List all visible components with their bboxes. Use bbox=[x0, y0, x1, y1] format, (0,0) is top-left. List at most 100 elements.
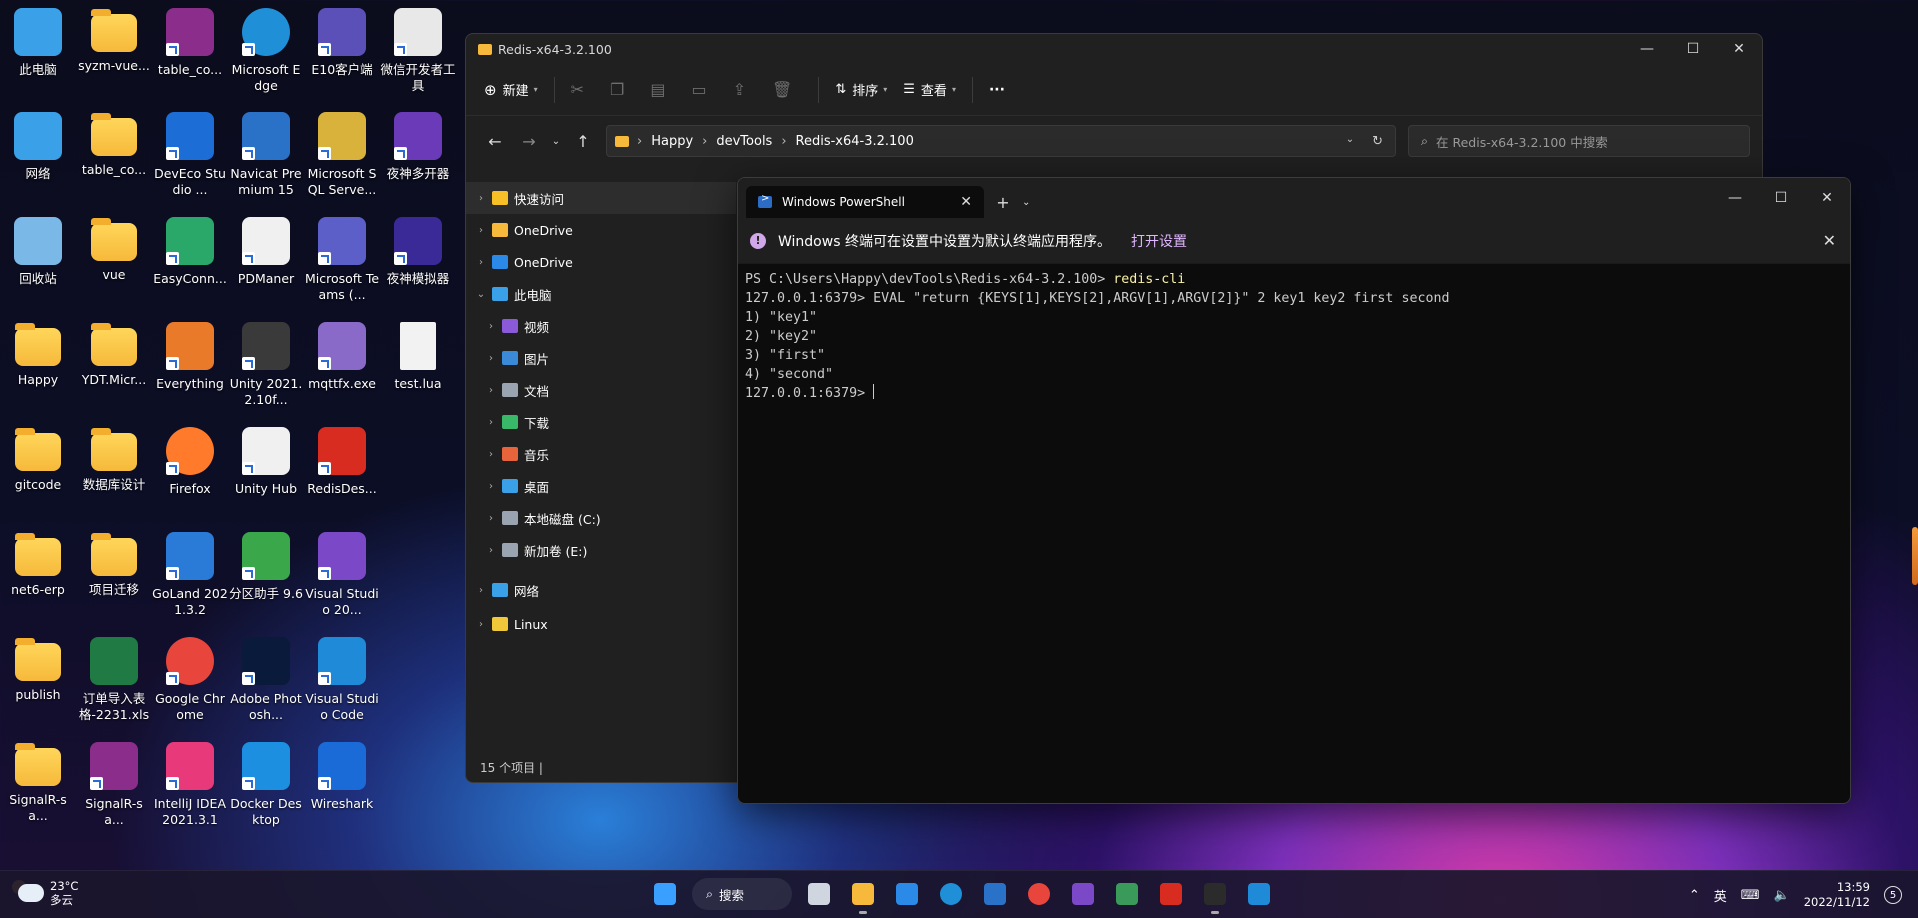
chevron-up-icon[interactable]: ⌃ bbox=[1689, 888, 1700, 903]
desktop-icon[interactable]: 数据库设计 bbox=[76, 419, 152, 523]
terminal-tabbar[interactable]: Windows PowerShell ✕ + ⌄ — ☐ ✕ bbox=[738, 178, 1850, 218]
breadcrumb-item[interactable]: Happy bbox=[651, 134, 693, 149]
copy-icon[interactable]: ❐ bbox=[610, 80, 624, 99]
rename-icon[interactable]: ▭ bbox=[691, 80, 706, 99]
notification-badge[interactable]: 5 bbox=[1884, 886, 1902, 904]
recent-chevron-icon[interactable]: ⌄ bbox=[546, 136, 566, 147]
history-dropdown-icon[interactable]: ⌄ bbox=[1346, 134, 1354, 149]
desktop-icon[interactable]: net6-erp bbox=[0, 524, 76, 628]
tab-dropdown-icon[interactable]: ⌄ bbox=[1022, 186, 1042, 218]
more-button[interactable]: ··· bbox=[989, 82, 1005, 98]
desktop-icon[interactable]: 订单导入表格-2231.xls bbox=[76, 629, 152, 733]
desktop-icon[interactable]: Visual Studio 20... bbox=[304, 524, 380, 628]
chevron-right-icon[interactable]: › bbox=[470, 193, 492, 204]
maximize-button[interactable]: ☐ bbox=[1758, 190, 1804, 206]
taskbar-task-view[interactable] bbox=[802, 877, 836, 911]
chevron-right-icon[interactable]: › bbox=[470, 257, 492, 268]
taskbar-start-button[interactable] bbox=[648, 877, 682, 911]
cut-icon[interactable]: ✂ bbox=[571, 80, 584, 99]
sidebar-item[interactable]: › 桌面 bbox=[466, 470, 736, 502]
taskbar-vscode[interactable] bbox=[1242, 877, 1276, 911]
maximize-button[interactable]: ☐ bbox=[1670, 41, 1716, 57]
desktop-icon[interactable]: Microsoft Edge bbox=[228, 0, 304, 104]
desktop-icon[interactable]: Docker Desktop bbox=[228, 734, 304, 838]
taskbar-notepad-app[interactable] bbox=[1110, 877, 1144, 911]
desktop-icon[interactable]: Unity Hub bbox=[228, 419, 304, 523]
chevron-right-icon[interactable]: › bbox=[480, 321, 502, 332]
terminal-output[interactable]: PS C:\Users\Happy\devTools\Redis-x64-3.2… bbox=[738, 264, 1850, 409]
desktop-icon[interactable]: 分区助手 9.6 bbox=[228, 524, 304, 628]
desktop-icon[interactable]: Everything bbox=[152, 314, 228, 418]
minimize-button[interactable]: — bbox=[1712, 190, 1758, 206]
chevron-right-icon[interactable]: › bbox=[480, 385, 502, 396]
taskbar-chrome[interactable] bbox=[1022, 877, 1056, 911]
chevron-right-icon[interactable]: › bbox=[480, 353, 502, 364]
sort-button[interactable]: ⇅ 排序 ▾ bbox=[835, 80, 887, 99]
desktop-icon[interactable]: mqttfx.exe bbox=[304, 314, 380, 418]
desktop-icon[interactable]: table_co... bbox=[76, 104, 152, 208]
desktop-icon[interactable]: 夜神模拟器 bbox=[380, 209, 456, 313]
chevron-right-icon[interactable]: › bbox=[470, 619, 492, 630]
close-notice-icon[interactable]: ✕ bbox=[1823, 231, 1836, 250]
chevron-right-icon[interactable]: › bbox=[470, 585, 492, 596]
taskbar-edge[interactable] bbox=[934, 877, 968, 911]
desktop-icon[interactable]: Happy bbox=[0, 314, 76, 418]
sidebar-item[interactable]: › 本地磁盘 (C:) bbox=[466, 502, 736, 534]
taskbar-search[interactable]: ⌕ 搜索 bbox=[692, 878, 792, 910]
clock[interactable]: 13:59 2022/11/12 bbox=[1804, 880, 1870, 910]
breadcrumb-item[interactable]: Redis-x64-3.2.100 bbox=[796, 134, 914, 149]
desktop-icon[interactable]: 网络 bbox=[0, 104, 76, 208]
desktop-icon[interactable]: 此电脑 bbox=[0, 0, 76, 104]
desktop-icon[interactable]: E10客户端 bbox=[304, 0, 380, 104]
chevron-right-icon[interactable]: › bbox=[480, 449, 502, 460]
forward-arrow-icon[interactable]: → bbox=[512, 132, 546, 151]
taskbar-terminal[interactable] bbox=[1198, 877, 1232, 914]
desktop-icon[interactable]: Microsoft Teams (... bbox=[304, 209, 380, 313]
breadcrumb-item[interactable]: devTools bbox=[716, 134, 772, 149]
desktop-icon[interactable]: 微信开发者工具 bbox=[380, 0, 456, 104]
taskbar-visual-studio[interactable] bbox=[1066, 877, 1100, 911]
refresh-icon[interactable]: ↻ bbox=[1372, 134, 1383, 149]
new-tab-button[interactable]: + bbox=[984, 186, 1022, 218]
sidebar-item[interactable]: › 文档 bbox=[466, 374, 736, 406]
sidebar-item[interactable]: › OneDrive bbox=[466, 246, 736, 278]
desktop-icon[interactable]: SignalR-sa... bbox=[76, 734, 152, 838]
sidebar-item[interactable]: › OneDrive bbox=[466, 214, 736, 246]
desktop-icon[interactable]: Wireshark bbox=[304, 734, 380, 838]
chevron-right-icon[interactable]: › bbox=[480, 417, 502, 428]
desktop-icon[interactable]: test.lua bbox=[380, 314, 456, 418]
new-button[interactable]: ⊕ 新建 ▾ bbox=[484, 80, 538, 100]
taskbar-redis-desktop[interactable] bbox=[1154, 877, 1188, 911]
chevron-right-icon[interactable]: › bbox=[470, 225, 492, 236]
desktop-icon[interactable]: EasyConn... bbox=[152, 209, 228, 313]
address-bar[interactable]: › Happy › devTools › Redis-x64-3.2.100 ⌄… bbox=[606, 125, 1396, 157]
sidebar-item[interactable]: ⌄ 此电脑 bbox=[466, 278, 736, 310]
chevron-right-icon[interactable]: › bbox=[480, 545, 502, 556]
desktop-icon[interactable]: Visual Studio Code bbox=[304, 629, 380, 733]
desktop-icon[interactable]: 回收站 bbox=[0, 209, 76, 313]
desktop-icon[interactable]: gitcode bbox=[0, 419, 76, 523]
ime-indicator[interactable]: 英 bbox=[1714, 886, 1727, 905]
taskbar-navicat[interactable] bbox=[978, 877, 1012, 911]
desktop-icon[interactable]: Adobe Photosh... bbox=[228, 629, 304, 733]
desktop-icon[interactable]: Google Chrome bbox=[152, 629, 228, 733]
terminal-tab[interactable]: Windows PowerShell ✕ bbox=[746, 186, 984, 218]
sidebar-item[interactable]: › Linux bbox=[466, 608, 736, 640]
weather-widget[interactable]: 23°C 多云 bbox=[12, 879, 78, 907]
desktop-icon[interactable]: publish bbox=[0, 629, 76, 733]
sidebar-item[interactable]: › 音乐 bbox=[466, 438, 736, 470]
explorer-titlebar[interactable]: Redis-x64-3.2.100 — ☐ ✕ bbox=[466, 34, 1762, 64]
desktop-icon[interactable]: Unity 2021.2.10f... bbox=[228, 314, 304, 418]
taskbar-file-explorer[interactable] bbox=[846, 877, 880, 914]
sidebar-item[interactable]: › 网络 bbox=[466, 574, 736, 606]
desktop-icon[interactable]: vue bbox=[76, 209, 152, 313]
sidebar-item[interactable]: › 新加卷 (E:) bbox=[466, 534, 736, 566]
desktop-icon[interactable]: Navicat Premium 15 bbox=[228, 104, 304, 208]
search-box[interactable]: ⌕ 在 Redis-x64-3.2.100 中搜索 bbox=[1408, 125, 1750, 157]
desktop-icon[interactable]: GoLand 2021.3.2 bbox=[152, 524, 228, 628]
chevron-right-icon[interactable]: › bbox=[480, 481, 502, 492]
desktop-icon[interactable]: syzm-vue... bbox=[76, 0, 152, 104]
chevron-right-icon[interactable]: › bbox=[480, 513, 502, 524]
minimize-button[interactable]: — bbox=[1624, 41, 1670, 57]
desktop-icon[interactable]: SignalR-sa... bbox=[0, 734, 76, 838]
